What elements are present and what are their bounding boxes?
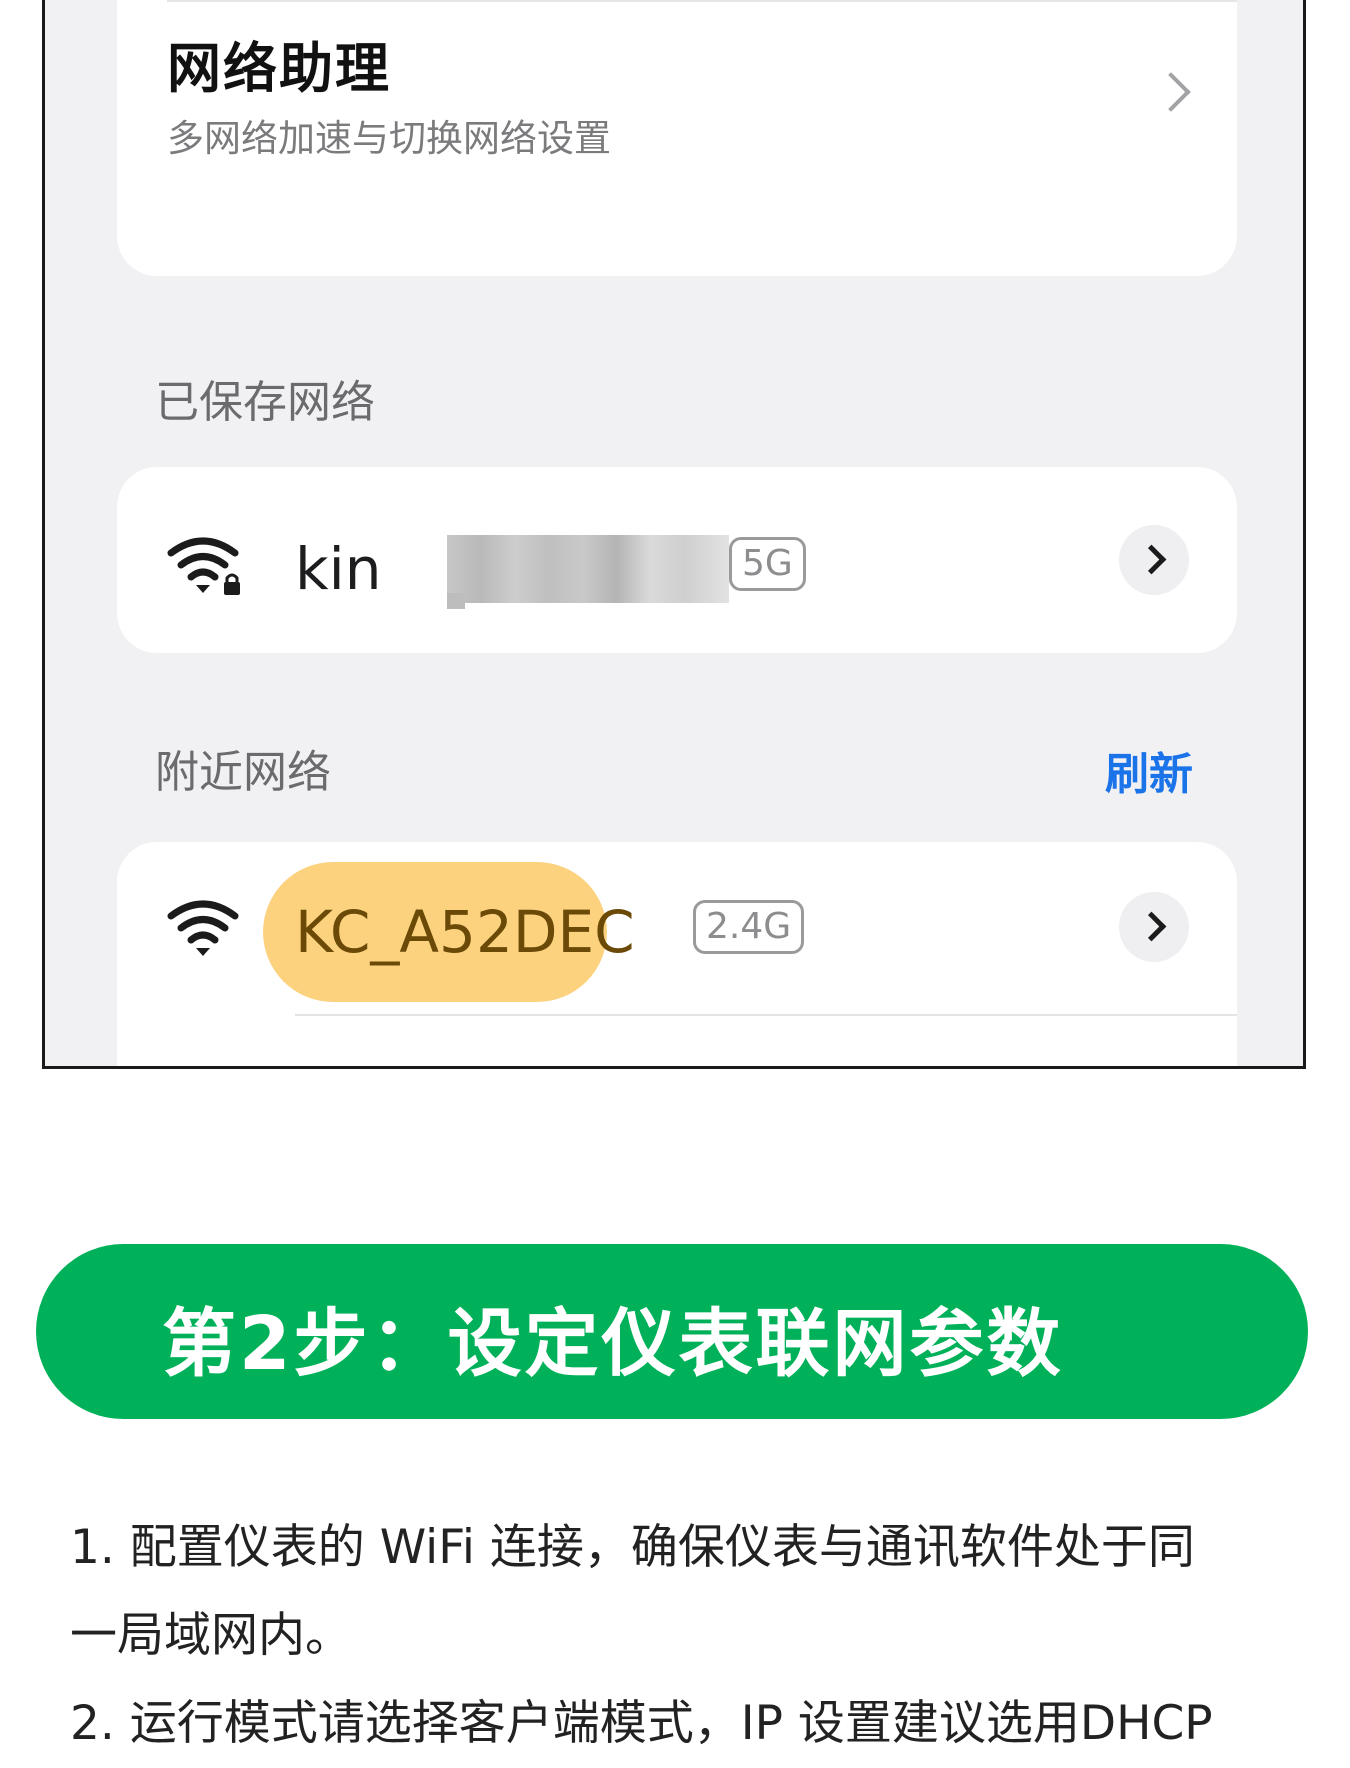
wifi-icon bbox=[167, 900, 239, 956]
instruction-item-1-line-1: 1. 配置仪表的 WiFi 连接，确保仪表与通讯软件处于同 bbox=[70, 1520, 1195, 1575]
redacted-ssid-blur bbox=[447, 535, 729, 609]
step-banner: 第2步：设定仪表联网参数 bbox=[36, 1244, 1308, 1419]
row-divider bbox=[295, 1014, 1237, 1016]
nearby-network-row[interactable]: KC_A52DEC 2.4G bbox=[117, 842, 1237, 1066]
instruction-item-1-line-2: 一局域网内。 bbox=[70, 1608, 352, 1663]
divider bbox=[167, 0, 1237, 2]
nearby-networks-label: 附近网络 bbox=[155, 747, 331, 798]
network-assistant-title: 网络助理 bbox=[167, 37, 391, 100]
network-assistant-card[interactable]: 网络助理 多网络加速与切换网络设置 bbox=[117, 0, 1237, 276]
nearby-network-ssid: KC_A52DEC bbox=[295, 898, 635, 966]
network-details-button[interactable] bbox=[1119, 892, 1189, 962]
band-badge: 2.4G bbox=[693, 900, 805, 954]
saved-networks-label: 已保存网络 bbox=[155, 377, 375, 428]
wifi-locked-icon bbox=[167, 537, 240, 595]
saved-network-ssid: kin bbox=[295, 535, 382, 603]
instruction-item-2-partial: 2. 运行模式请选择客户端模式，IP 设置建议选用DHCP bbox=[70, 1696, 1213, 1751]
network-details-button[interactable] bbox=[1119, 525, 1189, 595]
network-assistant-subtitle: 多网络加速与切换网络设置 bbox=[167, 117, 611, 160]
phone-wifi-settings-screenshot: 网络助理 多网络加速与切换网络设置 已保存网络 kin 5G 附近网络 刷新 K… bbox=[42, 0, 1306, 1069]
band-badge: 5G bbox=[729, 537, 806, 591]
chevron-right-icon bbox=[1151, 72, 1191, 112]
step-title: 第2步：设定仪表联网参数 bbox=[162, 1301, 1064, 1387]
refresh-button[interactable]: 刷新 bbox=[1105, 738, 1193, 802]
saved-network-row[interactable]: kin 5G bbox=[117, 467, 1237, 653]
